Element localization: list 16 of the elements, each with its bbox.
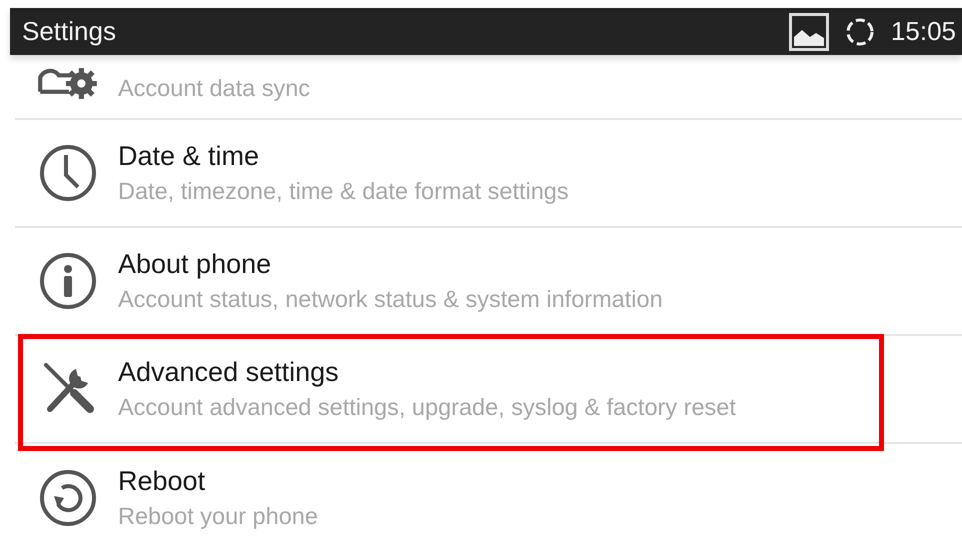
- setting-description: Account status, network status & system information: [118, 286, 663, 313]
- setting-title[interactable]: About phone: [118, 249, 663, 280]
- picture-notification-icon: [788, 12, 829, 50]
- cloud-gear-icon: [36, 66, 98, 100]
- reboot-icon: [38, 468, 98, 528]
- info-icon: [38, 251, 98, 311]
- screen-title: Settings: [22, 16, 116, 47]
- clock-time: 15:05: [890, 16, 956, 47]
- setting-description: Reboot your phone: [118, 503, 318, 530]
- setting-title[interactable]: Reboot: [118, 466, 318, 497]
- setting-title[interactable]: Date & time: [118, 141, 569, 172]
- setting-title[interactable]: Advanced settings: [118, 357, 736, 388]
- clock-icon: [38, 143, 98, 203]
- setting-description: Date, timezone, time & date format settings: [118, 178, 569, 205]
- setting-description: Account data sync: [118, 75, 310, 102]
- setting-description: Account advanced settings, upgrade, syslog & factory reset: [118, 394, 736, 421]
